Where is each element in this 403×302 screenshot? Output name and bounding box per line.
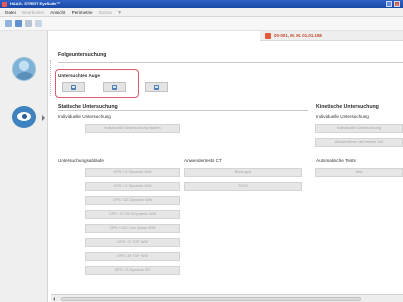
scroll-left-icon[interactable] <box>53 297 55 301</box>
window-title: HAAG- STREIT EyeSuite™ <box>10 1 61 6</box>
sequence-button[interactable]: OPS / G Dynamic WW <box>85 182 180 191</box>
tests-label: Anwendertests CT <box>184 158 222 163</box>
sequence-button[interactable]: OPS / M TOP WW <box>85 252 180 261</box>
kinetic-individual-button[interactable]: Individuelle Untersuchung <box>315 124 403 133</box>
sequence-button[interactable]: OPS / LVC Low Vision WW <box>85 224 180 233</box>
sequence-button[interactable]: OPS / G Dynamic BY <box>85 266 180 275</box>
open-icon[interactable] <box>15 20 22 27</box>
sequence-button[interactable]: OPS / G TOP WW <box>85 238 180 247</box>
menu-help[interactable]: ? <box>118 10 121 15</box>
eye-section-label: Untersuchtes Auge <box>58 73 100 78</box>
patient-bar: 00-001, M. M. 01.01.198 <box>260 31 403 41</box>
sequence-button[interactable]: OPS / 32 Dynamic WW <box>85 196 180 205</box>
print-icon[interactable] <box>25 20 32 27</box>
title-bar: HAAG- STREIT EyeSuite™ _ × <box>0 0 403 8</box>
sequence-button[interactable]: OPS / G Dynamic WW <box>85 168 180 177</box>
nav-perimetry[interactable] <box>4 106 45 128</box>
horizontal-scrollbar[interactable] <box>51 294 403 302</box>
test-button[interactable]: TOKE <box>184 182 302 191</box>
left-navigation <box>0 31 48 302</box>
scrollbar-thumb[interactable] <box>61 296 361 301</box>
nav-patient[interactable] <box>4 57 44 81</box>
auto-tests-label: Automatische Tests <box>316 158 356 163</box>
kinetic-resume-button[interactable]: Wiederführen der letzten Unt <box>315 138 403 147</box>
test-button[interactable]: Blind spot <box>184 168 302 177</box>
kinetic-individual-label: Individuelle Untersuchung <box>316 114 369 119</box>
kinetic-title: Kinetische Untersuchung <box>316 104 379 110</box>
eye-both-icon <box>112 84 117 90</box>
sequence-button[interactable]: OPS / 07 DLT/Dynamic WW <box>85 210 180 219</box>
new-icon[interactable] <box>5 20 12 27</box>
menu-extras[interactable]: Extras <box>99 10 112 15</box>
patient-avatar-icon <box>12 57 36 81</box>
menu-bar: Datei Bearbeiten Ansicht Perimetrie Extr… <box>0 8 403 17</box>
app-icon <box>2 1 7 7</box>
chevron-right-icon <box>42 115 45 121</box>
menu-ansicht[interactable]: Ansicht <box>50 10 65 15</box>
patient-icon <box>265 33 271 39</box>
close-button[interactable]: × <box>394 1 400 7</box>
menu-perimetrie[interactable]: Perimetrie <box>72 10 93 15</box>
static-individual-button[interactable]: Individuelle Untersuchung starten <box>85 124 180 133</box>
eye-both-button[interactable] <box>103 82 126 92</box>
eye-right-button[interactable] <box>62 82 85 92</box>
patient-label[interactable]: 00-001, M. M. 01.01.198 <box>274 31 322 41</box>
section-marker <box>50 60 51 96</box>
menu-datei[interactable]: Datei <box>5 10 16 15</box>
minimize-button[interactable]: _ <box>386 1 392 7</box>
eye-right-icon <box>71 84 76 90</box>
title-divider <box>58 62 403 63</box>
page-title: Folgeuntersuchung <box>58 52 107 58</box>
toolbar <box>0 17 403 31</box>
auto-test-button[interactable]: Wet <box>315 168 403 177</box>
static-individual-label: Individuelle Untersuchung <box>58 114 111 119</box>
menu-bearbeiten[interactable]: Bearbeiten <box>22 10 44 15</box>
sequences-label: Untersuchungsabläufe <box>58 158 104 163</box>
static-divider <box>58 110 308 111</box>
list-icon[interactable] <box>35 20 42 27</box>
eye-left-button[interactable] <box>145 82 168 92</box>
eye-icon <box>12 106 36 128</box>
eye-left-icon <box>154 84 159 90</box>
